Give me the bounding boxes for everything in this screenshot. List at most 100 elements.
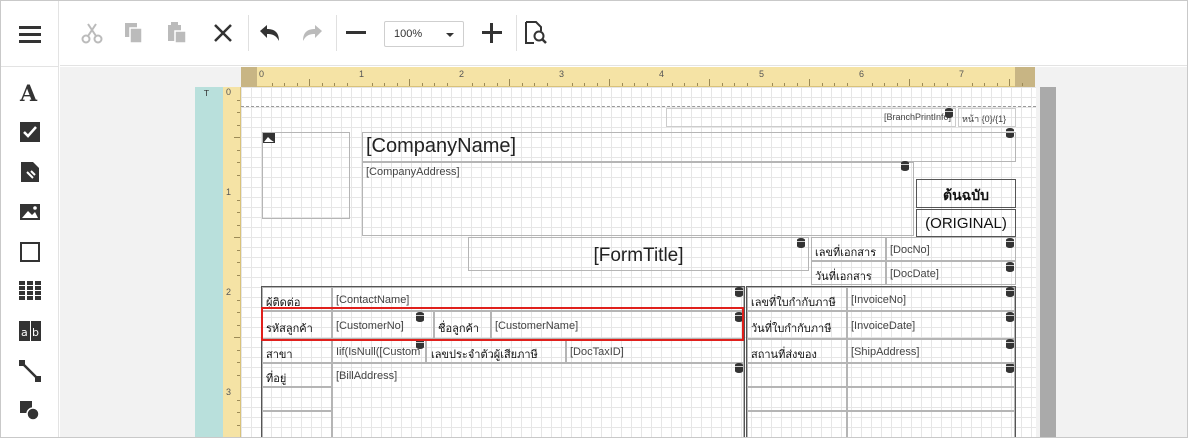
database-icon — [1006, 312, 1014, 322]
report-page[interactable]: [BranchPrintInfo] หน้า {0}/{1} [CompanyN… — [241, 87, 1036, 437]
tax-id-label-text: เลขประจำตัวผู้เสียภาษี — [431, 348, 538, 361]
ruler-left-margin — [241, 67, 257, 87]
branch-value-text: Iif(IsNull([Custom — [336, 346, 421, 358]
ruler-tick — [521, 83, 523, 86]
ruler-number: 7 — [959, 69, 965, 79]
vertical-ruler: 0 1 2 3 — [223, 87, 241, 437]
ruler-tick — [421, 83, 423, 86]
database-icon — [1006, 238, 1014, 248]
company-name-field[interactable]: [CompanyName] — [362, 132, 1016, 162]
ruler-tick — [584, 83, 585, 86]
shape-icon[interactable] — [1, 392, 59, 430]
checkbox-icon[interactable] — [1, 113, 59, 151]
ruler-tick — [471, 83, 473, 86]
zoom-select[interactable]: 100% — [384, 21, 464, 47]
ruler-tick — [846, 83, 848, 86]
delete-icon[interactable] — [205, 15, 241, 51]
vertical-ruler-tick — [237, 162, 240, 163]
copy-icon[interactable] — [116, 15, 152, 51]
preview-icon[interactable] — [518, 15, 554, 51]
band-strip[interactable]: T — [195, 87, 223, 437]
address-label-text: ที่อยู่ — [266, 372, 287, 385]
database-icon — [797, 238, 805, 248]
ruler-tick — [671, 83, 673, 86]
ruler-tick — [609, 79, 610, 86]
ruler-tick — [434, 83, 435, 86]
label-icon[interactable]: A — [1, 74, 59, 112]
ruler-tick — [484, 83, 485, 86]
zoom-out-icon[interactable] — [338, 15, 374, 51]
form-title-field[interactable]: [FormTitle] — [468, 237, 809, 271]
customer-name-label-text: ชื่อลูกค้า — [438, 322, 480, 335]
page-number-field[interactable]: หน้า {0}/{1} — [958, 108, 1016, 127]
invoice-date-field[interactable]: [InvoiceDate] — [847, 311, 1015, 339]
picture-icon[interactable] — [1, 193, 59, 231]
ruler-tick — [371, 83, 373, 86]
band-label: T — [204, 89, 209, 98]
tax-id-field[interactable]: [DocTaxID] — [566, 339, 744, 363]
ruler-tick — [921, 83, 923, 86]
zoom-in-icon[interactable] — [474, 15, 510, 51]
vertical-ruler-tick — [237, 112, 240, 113]
database-icon — [1006, 339, 1014, 349]
customer-name-label: ชื่อลูกค้า — [434, 311, 491, 339]
cut-icon[interactable] — [74, 15, 110, 51]
ruler-tick — [771, 83, 773, 86]
top-toolbar: 100% — [60, 1, 1187, 66]
address-label: ที่อยู่ — [262, 363, 332, 387]
branch-field[interactable]: Iif(IsNull([Custom — [332, 339, 426, 363]
vertical-ruler-tick — [237, 124, 240, 126]
paste-icon[interactable] — [159, 15, 195, 51]
tax-id-value-text: [DocTaxID] — [570, 346, 624, 358]
design-surface: 0 1 2 3 4 5 6 7 T 0 1 2 3 [BranchPrintInfo] หน้า {… — [60, 67, 1187, 437]
invoice-no-field[interactable]: [InvoiceNo] — [847, 287, 1015, 311]
company-address-field[interactable]: [CompanyAddress] — [362, 162, 914, 236]
branch-print-info-field[interactable]: [BranchPrintInfo] — [666, 108, 956, 127]
customer-name-field[interactable]: [CustomerName] — [491, 311, 744, 339]
undo-icon[interactable] — [251, 15, 287, 51]
menu-icon[interactable] — [1, 15, 59, 53]
ruler-tick — [571, 83, 573, 86]
address-field[interactable]: [BillAddress] — [332, 363, 744, 437]
ruler-tick — [446, 83, 448, 86]
ruler-tick — [896, 83, 898, 86]
line-icon[interactable] — [1, 352, 59, 390]
ruler-tick — [546, 83, 548, 86]
original-th-field[interactable]: ต้นฉบับ — [916, 179, 1016, 208]
logo-picture-box[interactable] — [262, 132, 350, 219]
character-comb-icon[interactable]: ab — [1, 312, 59, 350]
page-margin-line — [241, 106, 1036, 107]
form-title-text: [FormTitle] — [593, 245, 684, 266]
ruler-tick — [746, 83, 748, 86]
vertical-ruler-tick — [237, 324, 240, 326]
ship-label-text: สถานที่ส่งของ — [751, 348, 817, 361]
docno-field[interactable]: [DocNo] — [886, 237, 1016, 261]
vertical-ruler-tick — [237, 312, 240, 313]
database-icon — [735, 363, 743, 373]
docdate-label: วันที่เอกสาร — [811, 261, 886, 285]
tax-id-label: เลขประจำตัวผู้เสียภาษี — [426, 339, 566, 363]
table-icon[interactable] — [1, 272, 59, 310]
redo-icon[interactable] — [295, 15, 331, 51]
ruler-tick — [871, 83, 873, 86]
contact-label-text: ผู้ติดต่อ — [266, 296, 301, 309]
vertical-ruler-tick — [237, 249, 240, 251]
invoice-empty-cell — [847, 411, 1015, 437]
ruler-number: 5 — [759, 69, 765, 79]
database-icon — [735, 287, 743, 297]
vertical-ruler-tick — [237, 362, 240, 363]
invoice-no-label: เลขที่ใบกำกับภาษี — [747, 287, 847, 311]
docdate-field[interactable]: [DocDate] — [886, 261, 1016, 285]
database-icon — [901, 161, 909, 171]
ruler-tick — [396, 83, 398, 86]
ship-address-field[interactable]: [ShipAddress] — [847, 339, 1015, 363]
original-en-field[interactable]: (ORIGINAL) — [916, 209, 1016, 237]
richtext-icon[interactable] — [1, 153, 59, 191]
invoice-empty-cell — [747, 363, 847, 387]
ruler-tick — [496, 83, 498, 86]
panel-icon[interactable] — [1, 233, 59, 271]
ruler-tick — [734, 83, 735, 86]
contact-field[interactable]: [ContactName] — [332, 287, 744, 311]
ruler-tick — [984, 83, 985, 86]
branch-print-info-text: [BranchPrintInfo] — [883, 112, 951, 122]
